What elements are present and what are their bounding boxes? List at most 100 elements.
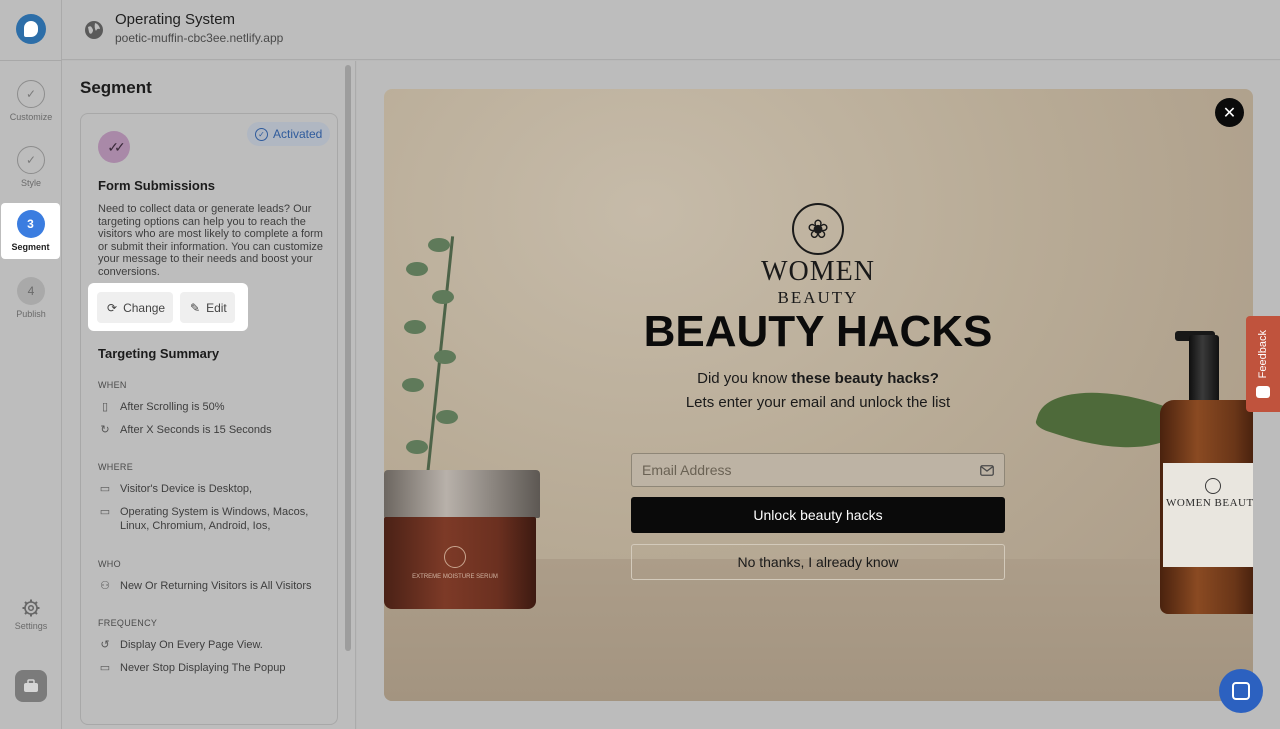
history-icon: ↺ bbox=[100, 639, 110, 651]
step-number: 4 bbox=[17, 277, 45, 305]
segment-actions: ⟳ Change ✎ Edit bbox=[88, 283, 248, 331]
change-button[interactable]: ⟳ Change bbox=[97, 292, 173, 323]
subtitle-bold: these beauty hacks? bbox=[791, 370, 939, 387]
settings-label: Settings bbox=[14, 621, 48, 631]
top-header: Operating System poetic-muffin-cbc3ee.ne… bbox=[62, 0, 1280, 60]
edit-label: Edit bbox=[206, 300, 227, 315]
step-customize[interactable]: ✓ Customize bbox=[0, 80, 62, 138]
pencil-icon: ✎ bbox=[190, 300, 201, 315]
section-label-where: WHERE bbox=[98, 462, 133, 472]
rule-item: ↺ Display On Every Page View. bbox=[98, 639, 324, 653]
segment-panel: Segment ✓ Activated ✓✓ Form Submissions … bbox=[62, 61, 356, 729]
laptop-icon: ▭ bbox=[99, 506, 111, 518]
page-title: Operating System bbox=[115, 11, 236, 28]
rule-item: ⚇ New Or Returning Visitors is All Visit… bbox=[98, 580, 324, 594]
segment-title: Form Submissions bbox=[98, 178, 216, 193]
rule-item: ↻ After X Seconds is 15 Seconds bbox=[98, 424, 324, 438]
section-label-frequency: FREQUENCY bbox=[98, 618, 158, 628]
chat-icon bbox=[1232, 682, 1250, 700]
monitor-off-icon: ▭ bbox=[99, 662, 111, 674]
jar-label: EXTREME MOISTURE SERUM bbox=[412, 574, 498, 580]
section-label-when: WHEN bbox=[98, 380, 127, 390]
mouse-icon: ▯ bbox=[101, 401, 109, 413]
device-icon: ▭ bbox=[99, 483, 111, 495]
step-label: Segment bbox=[11, 242, 50, 252]
rule-item: ▭ Operating System is Windows, Macos, Li… bbox=[98, 506, 324, 533]
badge-label: Activated bbox=[273, 127, 323, 141]
popup-subtitle-1: Did you know these beauty hacks? bbox=[560, 370, 1076, 387]
feedback-label: Feedback bbox=[1257, 329, 1269, 379]
flower-logo-icon: ❀ bbox=[792, 203, 844, 255]
close-button[interactable]: ✕ bbox=[1215, 98, 1244, 127]
globe-icon bbox=[85, 21, 103, 39]
unlock-button[interactable]: Unlock beauty hacks bbox=[631, 497, 1005, 533]
step-label: Customize bbox=[9, 112, 53, 122]
leaf bbox=[434, 350, 456, 364]
step-style[interactable]: ✓ Style bbox=[0, 146, 62, 204]
gear-icon bbox=[22, 599, 40, 617]
popup-headline: BEAUTY HACKS bbox=[643, 307, 993, 356]
settings-button[interactable]: Settings bbox=[0, 598, 62, 631]
step-publish[interactable]: 4 Publish bbox=[0, 277, 62, 335]
check-circle-icon: ✓ bbox=[255, 127, 268, 141]
email-field[interactable]: Email Address bbox=[631, 453, 1005, 487]
brand-name: WOMEN bbox=[761, 256, 875, 287]
bottle-emblem-icon bbox=[1205, 478, 1221, 494]
chat-button[interactable] bbox=[1219, 669, 1263, 713]
check-icon: ✓ bbox=[17, 146, 45, 174]
rail-divider bbox=[0, 60, 62, 61]
briefcase-icon bbox=[24, 679, 38, 692]
subtitle-prefix: Did you know bbox=[697, 370, 792, 387]
close-icon: ✕ bbox=[1222, 104, 1237, 122]
timer-icon: ↻ bbox=[100, 424, 110, 436]
step-segment[interactable]: 3 Segment bbox=[1, 203, 60, 259]
popup-subtitle-2: Lets enter your email and unlock the lis… bbox=[685, 394, 951, 411]
rule-item: ▭ Visitor's Device is Desktop, bbox=[98, 483, 324, 497]
rule-text: Display On Every Page View. bbox=[120, 639, 263, 651]
app-logo[interactable] bbox=[16, 14, 46, 44]
edit-button[interactable]: ✎ Edit bbox=[180, 292, 235, 323]
targeting-summary-title: Targeting Summary bbox=[98, 346, 220, 361]
rule-text: After Scrolling is 50% bbox=[120, 401, 225, 413]
jar-lid bbox=[384, 470, 540, 518]
leaf bbox=[402, 378, 424, 392]
panel-title: Segment bbox=[80, 78, 152, 97]
rule-text: Operating System is Windows, Macos, Linu… bbox=[120, 506, 309, 532]
check-icon: ✓ bbox=[17, 80, 45, 108]
step-label: Style bbox=[20, 178, 41, 188]
rule-text: New Or Returning Visitors is All Visitor… bbox=[120, 580, 312, 592]
bottle-neck bbox=[1189, 335, 1219, 405]
leaf bbox=[406, 440, 428, 454]
rule-item: ▭ Never Stop Displaying The Popup bbox=[98, 662, 324, 676]
site-url: poetic-muffin-cbc3ee.netlify.app bbox=[115, 31, 284, 45]
segment-card: ✓ Activated ✓✓ Form Submissions Need to … bbox=[80, 113, 338, 725]
email-placeholder: Email Address bbox=[642, 462, 732, 478]
left-rail: ✓ Customize ✓ Style 3 Segment 4 Publish … bbox=[0, 0, 62, 729]
briefcase-button[interactable] bbox=[15, 670, 47, 702]
users-icon: ⚇ bbox=[100, 580, 110, 592]
leaf bbox=[428, 238, 450, 252]
rule-text: Never Stop Displaying The Popup bbox=[120, 662, 286, 674]
feedback-tab[interactable]: Feedback bbox=[1246, 316, 1280, 412]
refresh-icon: ⟳ bbox=[107, 300, 118, 315]
bottle-label: WOMEN BEAUTY bbox=[1166, 497, 1253, 509]
rule-text: After X Seconds is 15 Seconds bbox=[120, 424, 272, 436]
no-thanks-button[interactable]: No thanks, I already know bbox=[631, 544, 1005, 580]
segment-description: Need to collect data or generate leads? … bbox=[98, 203, 324, 278]
feedback-icon bbox=[1256, 386, 1270, 399]
double-check-icon: ✓✓ bbox=[98, 131, 130, 163]
brand-sub: BEAUTY bbox=[777, 288, 859, 307]
mail-icon bbox=[980, 464, 994, 476]
change-label: Change bbox=[123, 300, 166, 315]
rule-text: Visitor's Device is Desktop, bbox=[120, 483, 253, 495]
panel-scrollbar[interactable] bbox=[345, 65, 351, 651]
jar-emblem-icon bbox=[444, 546, 466, 568]
leaf bbox=[432, 290, 454, 304]
step-number: 3 bbox=[16, 210, 45, 238]
status-badge: ✓ Activated bbox=[247, 122, 331, 146]
leaf bbox=[406, 262, 428, 276]
leaf bbox=[436, 410, 458, 424]
rule-item: ▯ After Scrolling is 50% bbox=[98, 401, 324, 415]
step-label: Publish bbox=[16, 309, 46, 319]
leaf bbox=[404, 320, 426, 334]
